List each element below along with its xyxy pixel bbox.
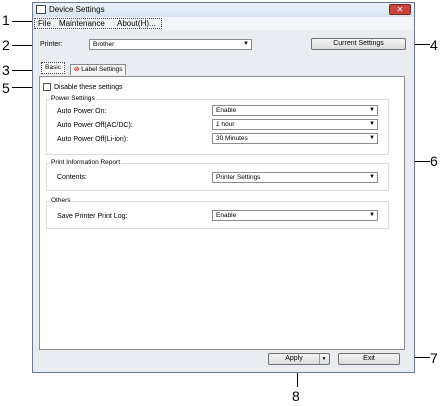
- print-info-title: Print Information Report: [50, 159, 122, 166]
- chevron-down-icon: ▼: [369, 174, 375, 180]
- close-button[interactable]: ✕: [389, 4, 411, 15]
- callout-2: 2: [2, 37, 10, 53]
- callout-3: 3: [2, 62, 10, 78]
- print-info-group: Print Information Report Contents: Print…: [46, 159, 389, 191]
- auto-power-on-value: Enable: [216, 107, 237, 114]
- disable-settings-checkbox[interactable]: [43, 83, 51, 91]
- callout-4: 4: [430, 37, 438, 53]
- printer-select-value: Brother: [93, 41, 115, 48]
- exit-button[interactable]: Exit: [338, 353, 400, 365]
- save-log-label: Save Printer Print Log:: [57, 213, 128, 220]
- tab-basic-label: Basic: [45, 64, 61, 71]
- contents-value: Printer Settings: [216, 174, 261, 181]
- printer-app-icon: [36, 5, 46, 14]
- auto-power-off-ac-value: 1 hour: [216, 121, 235, 128]
- menu-maintenance[interactable]: Maintenance: [59, 19, 105, 28]
- chevron-down-icon: ▼: [369, 212, 375, 218]
- callout-1: 1: [2, 12, 10, 28]
- callout-6: 6: [430, 153, 438, 169]
- device-settings-window: Device Settings ✕ File Maintenance About…: [32, 2, 415, 373]
- auto-power-off-ac-label: Auto Power Off(AC/DC):: [57, 122, 133, 129]
- auto-power-off-ac-select[interactable]: 1 hour ▼: [212, 119, 378, 130]
- tab-label-settings-label: Label Settings: [81, 66, 123, 73]
- menu-file[interactable]: File: [38, 19, 51, 28]
- chevron-down-icon: ▼: [369, 121, 375, 127]
- chevron-down-icon: ▼: [243, 41, 249, 47]
- apply-label: Apply: [285, 355, 303, 362]
- printer-label: Printer:: [40, 41, 63, 48]
- others-title: Others: [50, 197, 72, 204]
- others-group: Others Save Printer Print Log: Enable ▼: [46, 197, 389, 229]
- power-settings-group: Power Settings Auto Power On: Enable ▼ A…: [46, 95, 389, 155]
- power-settings-title: Power Settings: [50, 95, 96, 102]
- callout-7: 7: [430, 350, 438, 366]
- save-log-select[interactable]: Enable ▼: [212, 210, 378, 221]
- contents-label: Contents:: [57, 174, 87, 181]
- current-settings-button[interactable]: Current Settings: [311, 38, 406, 50]
- auto-power-off-li-select[interactable]: 30 Minutes ▼: [212, 133, 378, 144]
- settings-panel: Disable these settings Power Settings Au…: [39, 76, 405, 350]
- auto-power-on-label: Auto Power On:: [57, 108, 107, 115]
- window-title: Device Settings: [49, 5, 105, 14]
- auto-power-off-li-label: Auto Power Off(Li-ion):: [57, 136, 129, 143]
- save-log-value: Enable: [216, 212, 237, 219]
- auto-power-off-li-value: 30 Minutes: [216, 135, 248, 142]
- printer-select[interactable]: Brother ▼: [89, 39, 252, 50]
- menu-bar: File Maintenance About(H)...: [33, 17, 414, 30]
- disable-settings-label: Disable these settings: [54, 84, 123, 91]
- label-settings-icon: ⊘: [74, 66, 80, 73]
- tab-basic[interactable]: Basic: [41, 62, 65, 74]
- title-bar[interactable]: Device Settings ✕: [33, 3, 414, 17]
- apply-dropdown-icon[interactable]: ▼: [319, 354, 328, 364]
- callout-5: 5: [2, 80, 10, 96]
- contents-select[interactable]: Printer Settings ▼: [212, 172, 378, 183]
- chevron-down-icon: ▼: [369, 135, 375, 141]
- menu-about[interactable]: About(H)...: [117, 19, 156, 28]
- apply-button[interactable]: Apply ▼: [268, 353, 330, 365]
- chevron-down-icon: ▼: [369, 107, 375, 113]
- auto-power-on-select[interactable]: Enable ▼: [212, 105, 378, 116]
- tab-label-settings[interactable]: ⊘ Label Settings: [70, 64, 127, 75]
- callout-8: 8: [292, 388, 300, 404]
